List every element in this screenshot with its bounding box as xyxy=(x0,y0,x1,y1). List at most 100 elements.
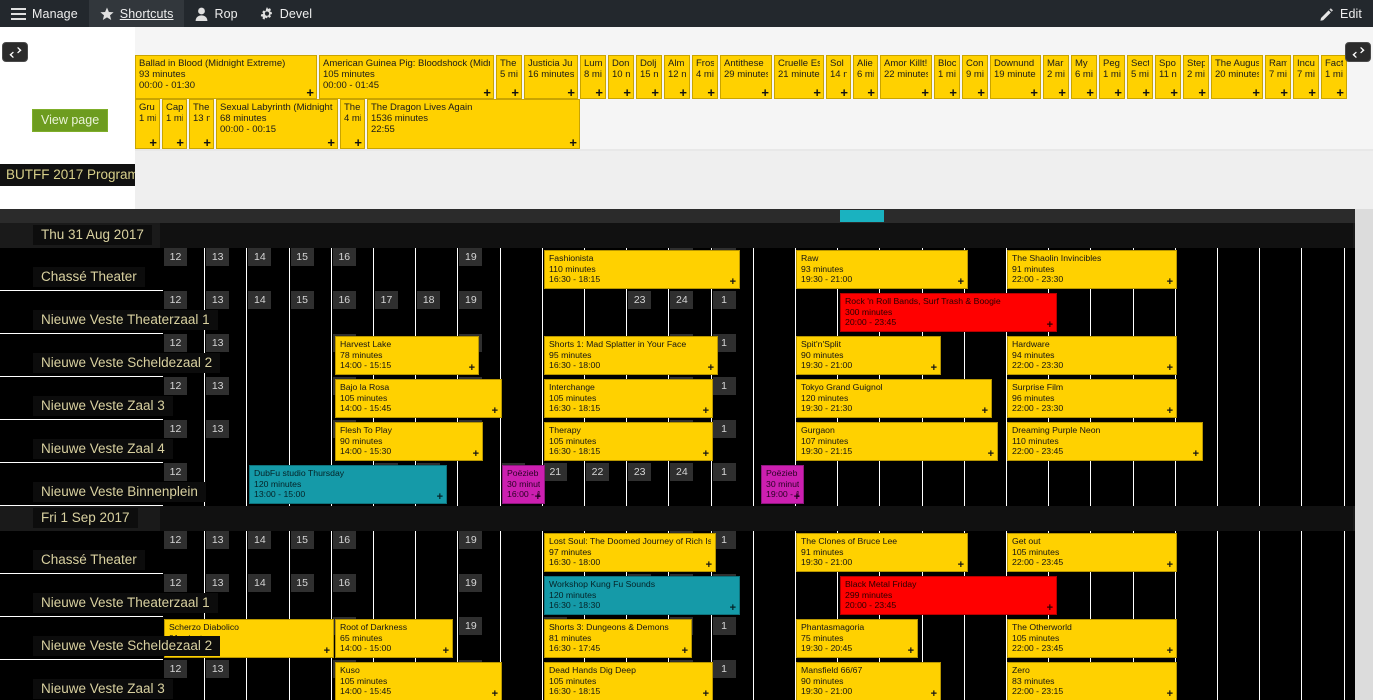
timeline-cell[interactable] xyxy=(1218,531,1261,574)
schedule-event-block[interactable]: Therapy 105 minutes 16:30 - 18:15 + xyxy=(544,422,713,461)
schedule-event-block[interactable]: Bajo la Rosa 105 minutes 14:00 - 15:45 + xyxy=(335,379,502,418)
timeline-cell[interactable] xyxy=(1218,420,1261,463)
unscheduled-event-block[interactable]: Don 10 n + xyxy=(608,55,634,99)
unscheduled-event-block[interactable]: Cruelle Es 21 minutes + xyxy=(774,55,824,99)
timeline-cell[interactable] xyxy=(796,291,839,334)
timeline-cell[interactable] xyxy=(1302,291,1345,334)
timeline-cell[interactable] xyxy=(753,574,796,617)
add-event-icon[interactable]: + xyxy=(483,86,491,98)
add-event-icon[interactable]: + xyxy=(567,86,575,98)
timeline-cell[interactable] xyxy=(1007,463,1050,506)
add-event-icon[interactable]: + xyxy=(794,492,800,503)
schedule-event-block[interactable]: Dreaming Purple Neon 110 minutes 22:00 - 2… xyxy=(1007,422,1203,461)
unscheduled-event-block[interactable]: Justicia Ju 16 minutes + xyxy=(524,55,578,99)
add-event-icon[interactable]: + xyxy=(977,86,985,98)
add-event-icon[interactable]: + xyxy=(1142,86,1150,98)
add-event-icon[interactable]: + xyxy=(813,86,821,98)
add-event-icon[interactable]: + xyxy=(1167,560,1173,571)
unscheduled-event-block[interactable]: Sol 14 n + xyxy=(826,55,851,99)
schedule-event-block[interactable]: Poëzieb 30 minut 16:00 - 1 + xyxy=(502,465,545,504)
timeline-cell[interactable] xyxy=(753,291,796,334)
timeline-cell[interactable] xyxy=(1175,574,1218,617)
schedule-event-block[interactable]: Spit'n'Split 90 minutes 19:30 - 21:00 + xyxy=(796,336,941,375)
timeline-cell[interactable] xyxy=(500,248,543,291)
timeline-cell[interactable] xyxy=(374,574,417,617)
add-event-icon[interactable]: + xyxy=(443,646,449,657)
timeline-cell[interactable] xyxy=(205,463,248,506)
add-event-icon[interactable]: + xyxy=(840,86,848,98)
admin-item-manage[interactable]: Manage xyxy=(0,0,89,27)
unscheduled-event-block[interactable]: Fact 1 mi + xyxy=(1321,55,1347,99)
timeline-cell[interactable] xyxy=(500,660,543,700)
timeline-cell[interactable] xyxy=(1260,617,1303,660)
add-event-icon[interactable]: + xyxy=(1058,86,1066,98)
swap-panel-left-button[interactable] xyxy=(2,42,28,62)
timeline-cell[interactable] xyxy=(1175,531,1218,574)
timeline-cell[interactable] xyxy=(964,248,1007,291)
schedule-event-block[interactable]: Gurgaon 107 minutes 19:30 - 21:15 + xyxy=(796,422,998,461)
unscheduled-event-block[interactable]: The 5 mi + xyxy=(496,55,522,99)
add-event-icon[interactable]: + xyxy=(203,136,211,148)
timeline-cell[interactable] xyxy=(1133,574,1176,617)
schedule-event-block[interactable]: The Shaolin Invincibles 91 minutes 22:00 -… xyxy=(1007,250,1177,289)
unscheduled-event-block[interactable]: Sexual Labyrinth (Midnight E) 68 minutes 0… xyxy=(216,99,338,149)
schedule-event-block[interactable]: Kuso 105 minutes 14:00 - 15:45 + xyxy=(335,662,502,700)
timeline-cell[interactable] xyxy=(1260,334,1303,377)
timeline-cell[interactable] xyxy=(1133,463,1176,506)
timeline-cell[interactable] xyxy=(753,377,796,420)
add-event-icon[interactable]: + xyxy=(623,86,631,98)
add-event-icon[interactable]: + xyxy=(1252,86,1260,98)
add-event-icon[interactable]: + xyxy=(921,86,929,98)
unscheduled-event-block[interactable]: The 13 n + xyxy=(189,99,214,149)
unscheduled-event-block[interactable]: Gru 1 mi + xyxy=(135,99,160,149)
add-event-icon[interactable]: + xyxy=(492,406,498,417)
schedule-event-block[interactable]: The Clones of Bruce Lee 91 minutes 19:30 -… xyxy=(796,533,968,572)
timeline-cell[interactable] xyxy=(500,574,543,617)
add-event-icon[interactable]: + xyxy=(569,136,577,148)
schedule-event-block[interactable]: Black Metal Friday 299 minutes 20:00 - 23:… xyxy=(840,576,1057,615)
schedule-event-block[interactable]: Lost Soul: The Doomed Journey of Rich Is… xyxy=(544,533,716,572)
add-event-icon[interactable]: + xyxy=(149,136,157,148)
timeline-cell[interactable] xyxy=(1218,291,1261,334)
timeline-cell[interactable] xyxy=(500,291,543,334)
schedule-event-block[interactable]: Flesh To Play 90 minutes 14:00 - 15:30 + xyxy=(335,422,483,461)
timeline-cell[interactable] xyxy=(1091,574,1134,617)
timeline-cell[interactable] xyxy=(838,463,881,506)
timeline-cell[interactable] xyxy=(500,531,543,574)
timeline-cell[interactable] xyxy=(1260,420,1303,463)
add-event-icon[interactable]: + xyxy=(437,492,443,503)
add-event-icon[interactable]: + xyxy=(1167,646,1173,657)
timeline-cell[interactable] xyxy=(500,420,543,463)
timeline-cell[interactable] xyxy=(796,574,839,617)
schedule-event-block[interactable]: Tokyo Grand Guignol 120 minutes 19:30 - 21… xyxy=(796,379,992,418)
timeline-cell[interactable] xyxy=(1260,291,1303,334)
timeline-cell[interactable] xyxy=(289,420,332,463)
timeline-cell[interactable] xyxy=(247,377,290,420)
unscheduled-event-block[interactable]: Ballad in Blood (Midnight Extreme) 93 min… xyxy=(135,55,317,99)
add-event-icon[interactable]: + xyxy=(703,406,709,417)
add-event-icon[interactable]: + xyxy=(988,449,994,460)
timeline-cell[interactable] xyxy=(1302,531,1345,574)
add-event-icon[interactable]: + xyxy=(908,646,914,657)
schedule-event-block[interactable]: DubFu studio Thursday 120 minutes 13:00 - … xyxy=(249,465,447,504)
add-event-icon[interactable]: + xyxy=(1170,86,1178,98)
add-event-icon[interactable]: + xyxy=(535,492,541,503)
add-event-icon[interactable]: + xyxy=(949,86,957,98)
timeline-cell[interactable] xyxy=(289,377,332,420)
timeline-cell[interactable] xyxy=(1302,463,1345,506)
schedule-event-block[interactable]: Surprise Film 96 minutes 22:00 - 23:30 + xyxy=(1007,379,1177,418)
timeline-cell[interactable] xyxy=(1302,248,1345,291)
schedule-event-block[interactable]: Rock 'n Roll Bands, Surf Trash & Boogie 3… xyxy=(840,293,1057,332)
timeline-cell[interactable] xyxy=(1175,291,1218,334)
schedule-event-block[interactable]: Interchange 105 minutes 16:30 - 18:15 + xyxy=(544,379,713,418)
timeline-cell[interactable] xyxy=(1218,617,1261,660)
add-event-icon[interactable]: + xyxy=(1047,603,1053,614)
timeline-cell[interactable] xyxy=(1302,420,1345,463)
unscheduled-event-block[interactable]: My 6 mi + xyxy=(1071,55,1097,99)
add-event-icon[interactable]: + xyxy=(706,560,712,571)
add-event-icon[interactable]: + xyxy=(327,136,335,148)
timeline-cell[interactable] xyxy=(542,291,585,334)
admin-item-devel[interactable]: Devel xyxy=(249,0,323,27)
schedule-event-block[interactable]: Shorts 3: Dungeons & Demons 81 minutes 16:… xyxy=(544,619,692,658)
add-event-icon[interactable]: + xyxy=(1030,86,1038,98)
